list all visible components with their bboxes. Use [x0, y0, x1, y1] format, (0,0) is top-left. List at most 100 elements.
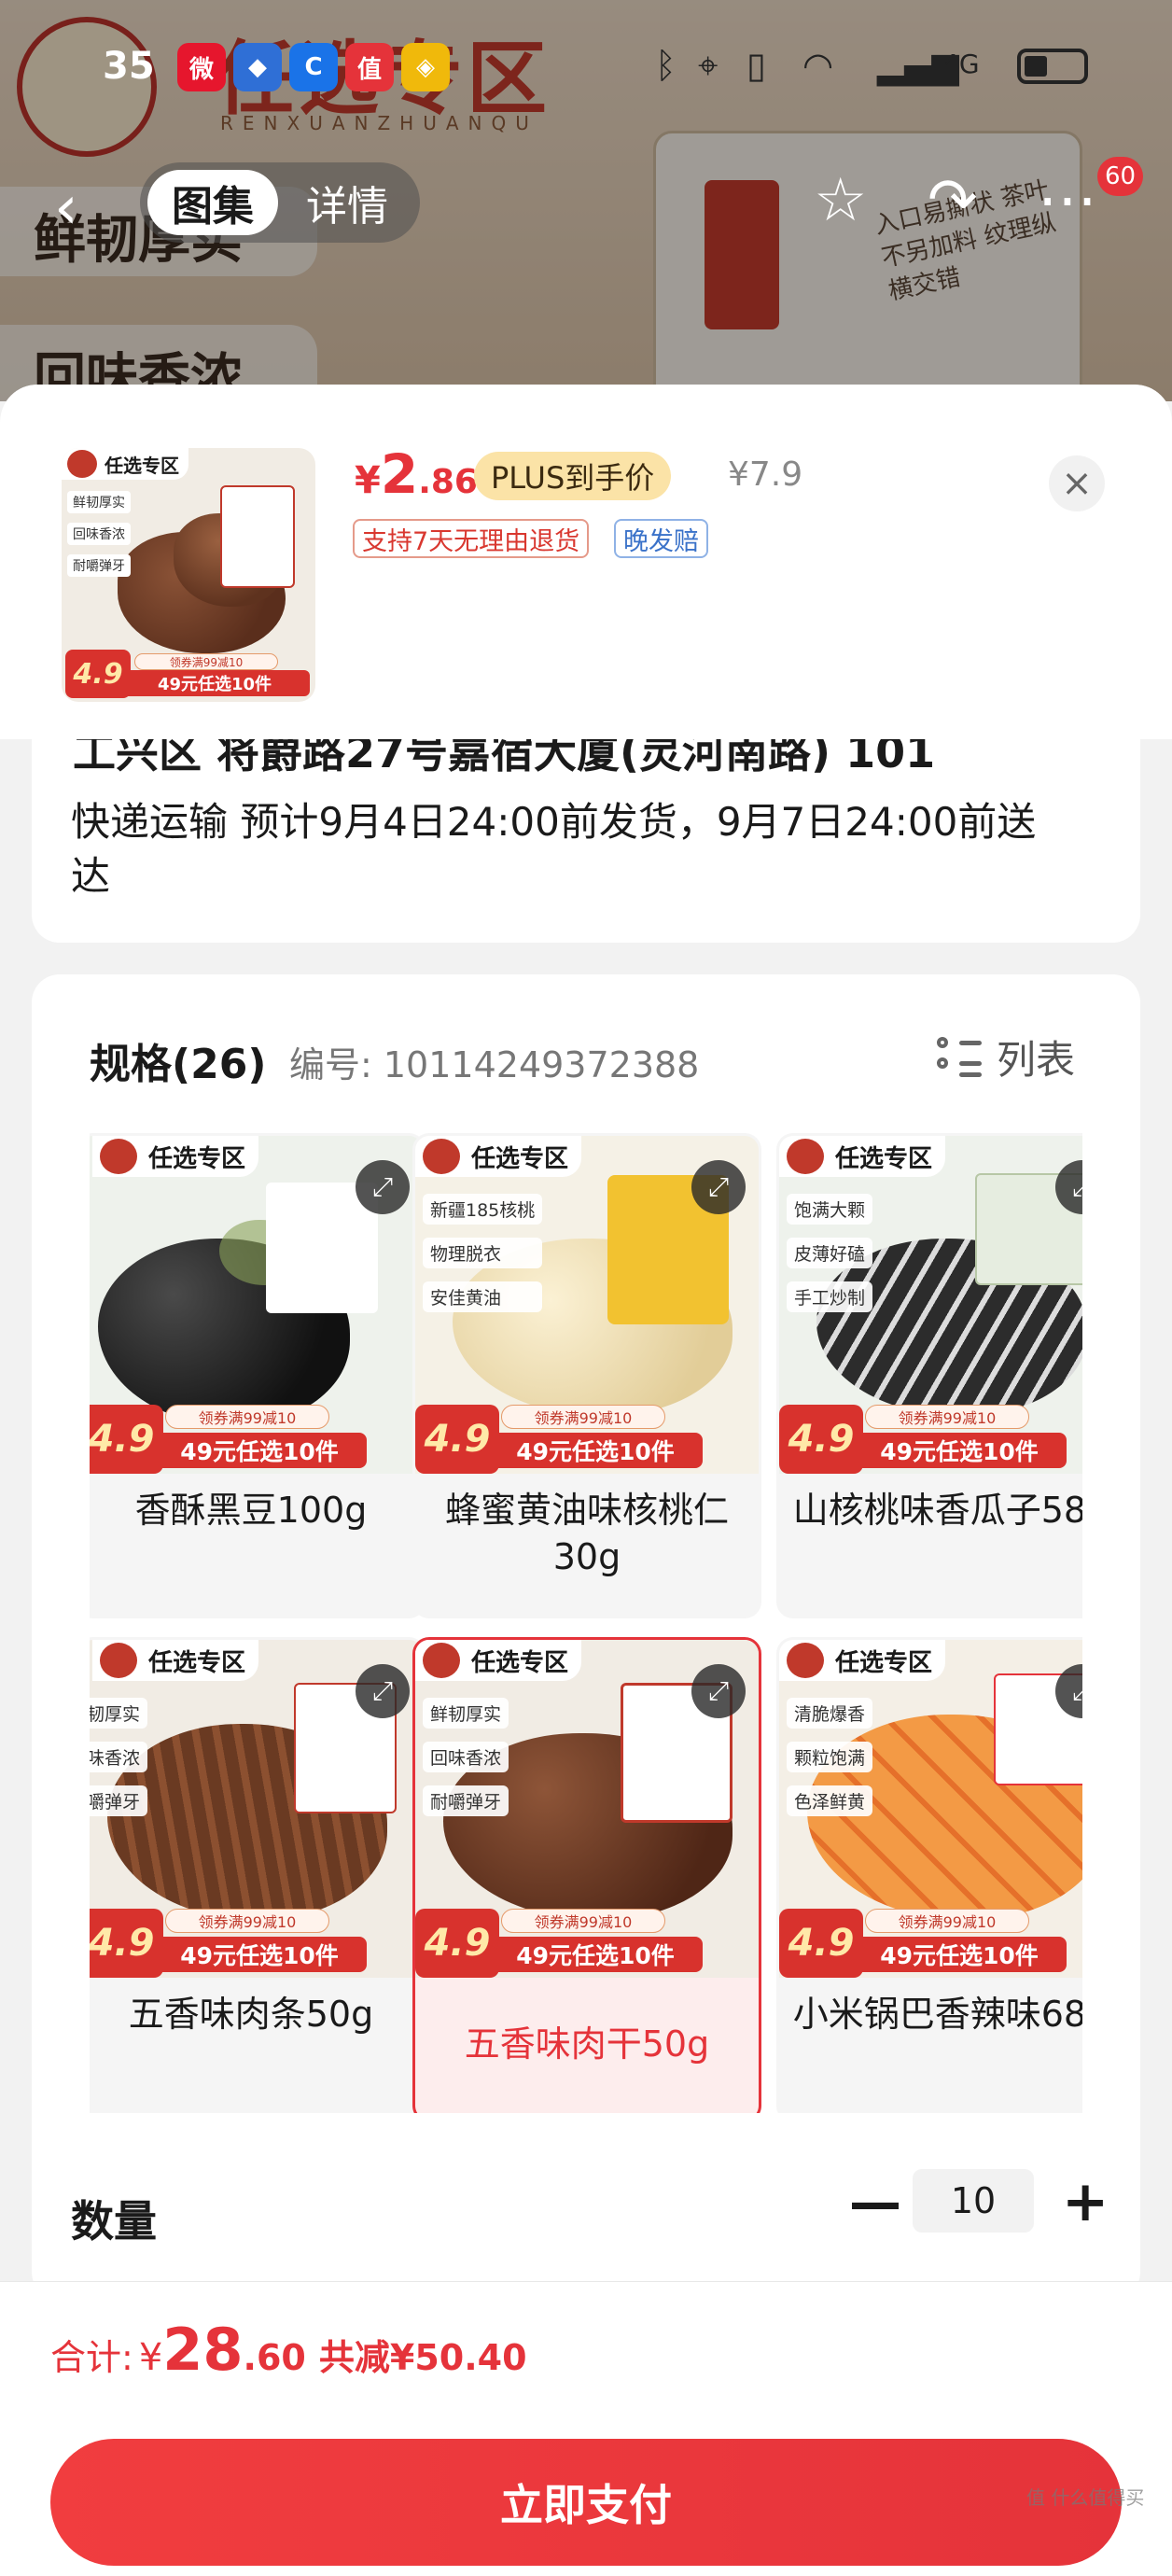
total-label: 合计: — [50, 2337, 133, 2378]
price-symbol: ¥ — [355, 459, 381, 502]
expand-icon[interactable]: ⤢ — [356, 1160, 410, 1214]
more-icon[interactable]: ⋯ — [1038, 166, 1097, 235]
thumb-tag: 任选专区 — [62, 448, 188, 480]
quantity-label: 数量 — [71, 2196, 157, 2247]
spec-tag-6: 任选专区 — [779, 1640, 946, 1681]
star-icon[interactable]: ☆ — [814, 166, 867, 235]
quantity-input[interactable]: 10 — [913, 2169, 1034, 2233]
spec-tag-5: 任选专区 — [415, 1640, 582, 1681]
list-view-toggle[interactable]: 列表 — [937, 1029, 1075, 1085]
location-icon: ⌖ — [698, 45, 719, 86]
promo-price-6: 4.9 — [779, 1909, 863, 1978]
delivery-estimate: 快递运输 预计9月4日24:00前发货，9月7日24:00前送达 — [71, 799, 1037, 899]
feature: 韧厚实 — [90, 1698, 148, 1729]
tab-gallery[interactable]: 图集 — [147, 170, 278, 235]
feature: 色泽鲜黄 — [787, 1785, 873, 1816]
feature: 安佳黄油 — [423, 1281, 543, 1312]
gallery-detail-tabs: 图集 详情 — [140, 162, 420, 243]
zhide-app-icon: 值 — [345, 43, 394, 91]
spec-image-1: 任选专区 ⤢ 领券满99减10 49元任选10件 4.9 — [90, 1136, 423, 1474]
promo-strip-2: 领券满99减10 49元任选10件 4.9 — [415, 1399, 759, 1474]
feature: 耐嚼弹牙 — [423, 1785, 509, 1816]
quantity-increase-button[interactable]: + — [1062, 2169, 1109, 2234]
weibo-icon: 微 — [177, 43, 226, 91]
feature: 嚼弹牙 — [90, 1785, 148, 1816]
coupon-5: 领券满99减10 — [501, 1909, 665, 1933]
feature: 手工炒制 — [787, 1281, 873, 1312]
promo-bar-2: 49元任选10件 — [488, 1433, 703, 1468]
shield-app-icon: ◆ — [233, 43, 282, 91]
thumb-feature-2: 回味香浓 — [67, 523, 131, 545]
delivery-card[interactable]: 工兴区 将爵路27号嘉宿大厦(灵河南路) 101 快递运输 预计9月4日24:0… — [32, 739, 1140, 943]
tab-detail[interactable]: 详情 — [282, 170, 412, 235]
coupon-1: 领券满99减10 — [165, 1405, 329, 1429]
spec-option-5-selected[interactable]: 任选专区 鲜韧厚实 回味香浓 耐嚼弹牙 ⤢ 领券满99减10 49元任选10件 … — [412, 1637, 761, 2113]
network-type: 4G — [942, 49, 980, 79]
spec-features-3: 饱满大颗 皮薄好磕 手工炒制 — [787, 1194, 873, 1325]
share-icon[interactable]: ↷ — [928, 166, 978, 235]
promo-strip-5: 领券满99减10 49元任选10件 4.9 — [415, 1903, 759, 1978]
promo-bar-6: 49元任选10件 — [852, 1937, 1067, 1972]
spec-tag-1: 任选专区 — [92, 1136, 259, 1177]
cart-badge: 60 — [1097, 157, 1144, 196]
original-price: ¥7.9 — [728, 455, 803, 494]
total-row: 合计: ¥ 28 .60 共减¥50.40 — [50, 2316, 527, 2384]
feature: 清脆爆香 — [787, 1698, 873, 1729]
spec-features-4: 韧厚实 味香浓 嚼弹牙 — [90, 1698, 148, 1829]
coupon-2: 领券满99减10 — [501, 1405, 665, 1429]
promo-strip-3: 领券满99减10 49元任选10件 4.9 — [779, 1399, 1082, 1474]
expand-icon[interactable]: ⤢ — [356, 1664, 410, 1718]
spec-features-6: 清脆爆香 颗粒饱满 色泽鲜黄 — [787, 1698, 873, 1829]
thumb-feature-3: 耐嚼弹牙 — [67, 554, 131, 577]
return-policy-tag: 支持7天无理由退货 — [353, 519, 590, 558]
close-button[interactable]: × — [1049, 455, 1105, 511]
plus-price-badge: PLUS到手价 — [474, 452, 672, 500]
quantity-decrease-button[interactable]: — — [849, 2173, 901, 2233]
spec-title: 规格(26) — [90, 1041, 267, 1088]
feature: 鲜韧厚实 — [423, 1698, 509, 1729]
battery-icon — [1017, 49, 1088, 84]
bluetooth-icon: ᛒ — [655, 45, 677, 86]
total-integer: 28 — [162, 2316, 244, 2384]
thumb-promo-price: 4.9 — [65, 650, 131, 698]
thumb-features: 鲜韧厚实 回味香浓 耐嚼弹牙 — [67, 491, 131, 586]
promo-strip-4: 领券满99减10 49元任选10件 4.9 — [90, 1903, 423, 1978]
delivery-address: 工兴区 将爵路27号嘉宿大厦(灵河南路) 101 — [73, 739, 936, 777]
expand-icon[interactable]: ⤢ — [691, 1664, 746, 1718]
spec-option-3[interactable]: 任选专区 饱满大颗 皮薄好磕 手工炒制 ⤢ 领券满99减10 49元任选10件 … — [776, 1133, 1082, 1618]
spec-selection-sheet: 任选专区 鲜韧厚实 回味香浓 耐嚼弹牙 领券满99减10 49元任选10件 4.… — [0, 385, 1172, 2576]
late-compensation-tag[interactable]: 晚发赔 — [614, 519, 708, 558]
spec-grid: 任选专区 ⤢ 领券满99减10 49元任选10件 4.9 香酥黑豆100g 任选… — [90, 1133, 1082, 2113]
coupon-6: 领券满99减10 — [865, 1909, 1029, 1933]
list-view-label: 列表 — [997, 1037, 1076, 1083]
pay-now-button[interactable]: 立即支付 — [50, 2439, 1122, 2566]
status-bar: 35 微 ◆ C 值 ◈ ᛒ ⌖ ▯ ◠ ▂▄▆ 4G — [0, 0, 1172, 140]
total-discount: 共减¥50.40 — [318, 2337, 527, 2378]
spec-option-2[interactable]: 任选专区 新疆185核桃 物理脱衣 安佳黄油 ⤢ 领券满99减10 49元任选1… — [412, 1133, 761, 1618]
spec-name-4: 五香味肉条50g — [128, 1994, 374, 2035]
c-app-icon: C — [289, 43, 338, 91]
promo-strip-6: 领券满99减10 49元任选10件 4.9 — [779, 1903, 1082, 1978]
promo-price-1: 4.9 — [90, 1405, 163, 1474]
promo-price-4: 4.9 — [90, 1909, 163, 1978]
spec-features-2: 新疆185核桃 物理脱衣 安佳黄油 — [423, 1194, 543, 1325]
feature: 新疆185核桃 — [423, 1194, 543, 1225]
spec-option-4[interactable]: 任选专区 韧厚实 味香浓 嚼弹牙 ⤢ 领券满99减10 49元任选10件 4.9… — [90, 1637, 426, 2113]
list-icon — [937, 1036, 982, 1078]
feature: 皮薄好磕 — [787, 1238, 873, 1268]
spec-card: 规格(26) 编号: 10114249372388 列表 任选专区 ⤢ 领券满9… — [32, 974, 1140, 2300]
spec-option-1[interactable]: 任选专区 ⤢ 领券满99减10 49元任选10件 4.9 香酥黑豆100g — [90, 1133, 426, 1618]
spec-tag-4: 任选专区 — [92, 1640, 259, 1681]
spec-image-5: 任选专区 鲜韧厚实 回味香浓 耐嚼弹牙 ⤢ 领券满99减10 49元任选10件 … — [415, 1640, 759, 1978]
feature: 饱满大颗 — [787, 1194, 873, 1225]
back-arrow-icon[interactable]: ‹ — [54, 174, 78, 243]
spec-tag-3: 任选专区 — [779, 1136, 946, 1177]
feature: 颗粒饱满 — [787, 1742, 873, 1772]
feature: 物理脱衣 — [423, 1238, 543, 1268]
spec-option-6[interactable]: 任选专区 清脆爆香 颗粒饱满 色泽鲜黄 ⤢ 领券满99减10 49元任选10件 … — [776, 1637, 1082, 2113]
coupon-3: 领券满99减10 — [865, 1405, 1029, 1429]
product-thumbnail[interactable]: 任选专区 鲜韧厚实 回味香浓 耐嚼弹牙 领券满99减10 49元任选10件 4.… — [62, 448, 315, 702]
total-decimal: .60 — [243, 2337, 306, 2378]
coupon-4: 领券满99减10 — [165, 1909, 329, 1933]
expand-icon[interactable]: ⤢ — [691, 1160, 746, 1214]
